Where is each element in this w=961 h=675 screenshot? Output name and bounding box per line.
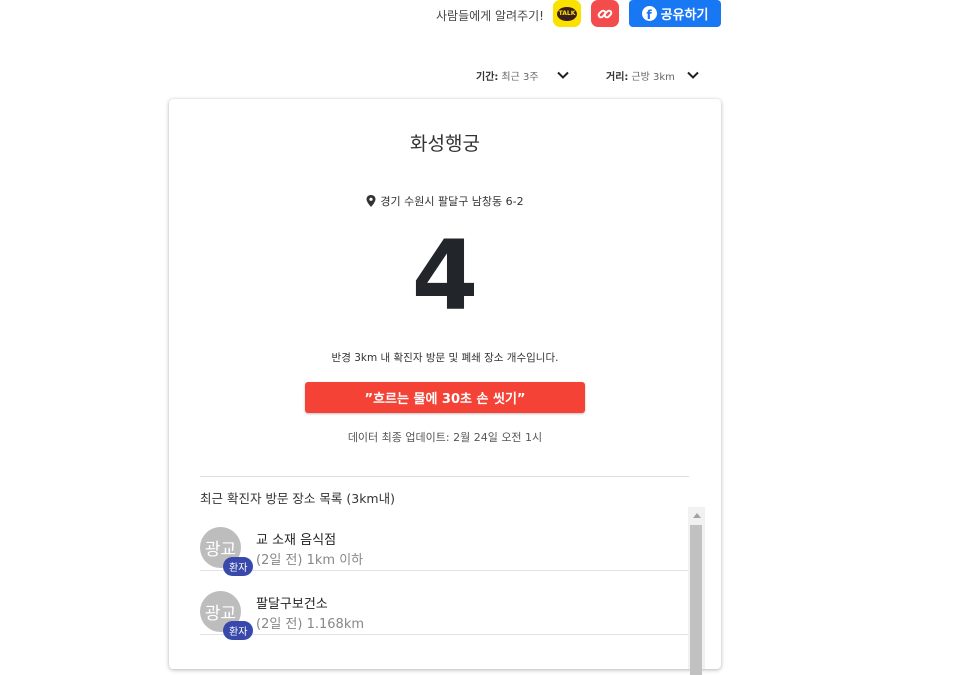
- period-filter-label: 기간:: [476, 71, 499, 83]
- facebook-share-button[interactable]: f 공유하기: [629, 0, 721, 27]
- scroll-up-arrow-icon[interactable]: [688, 507, 705, 524]
- scrollbar-thumb[interactable]: [690, 525, 702, 675]
- distance-filter-label: 거리:: [606, 71, 629, 83]
- list-scrollbar[interactable]: [688, 507, 705, 675]
- period-filter-value: 최근 3주: [501, 71, 539, 83]
- status-badge: 환자: [223, 621, 254, 640]
- place-name: 교 소재 음식점: [256, 533, 337, 548]
- distance-filter-value: 근방 3km: [631, 71, 675, 83]
- visit-list-title: 최근 확진자 방문 장소 목록 (3km내): [200, 491, 395, 506]
- kakao-share-button[interactable]: TALK: [553, 0, 581, 27]
- divider: [200, 476, 689, 477]
- list-item[interactable]: 광교 환자 팔달구보건소 (2일 전) 1.168km: [200, 571, 689, 640]
- list-item[interactable]: 광교 환자 교 소재 음식점 (2일 전) 1km 이하: [200, 507, 689, 576]
- address-text: 경기 수원시 팔달구 남창동 6-2: [380, 195, 524, 208]
- period-filter[interactable]: 기간: 최근 3주: [476, 66, 569, 84]
- place-name: 팔달구보건소: [256, 597, 328, 612]
- page-title: 화성행궁: [410, 133, 480, 155]
- facebook-share-label: 공유하기: [660, 8, 709, 23]
- place-detail: (2일 전) 1km 이하: [256, 553, 364, 568]
- location-pin-icon: [366, 195, 376, 207]
- link-icon: [597, 9, 613, 18]
- count-description: 반경 3km 내 확진자 방문 및 폐쇄 장소 개수입니다.: [331, 352, 559, 364]
- hand-wash-slogan-button[interactable]: ”흐르는 물에 30초 손 씻기”: [305, 382, 585, 413]
- kakao-talk-icon: TALK: [557, 6, 577, 21]
- share-prompt: 사람들에게 알려주기!: [436, 9, 544, 23]
- place-detail: (2일 전) 1.168km: [256, 617, 365, 632]
- address: 경기 수원시 팔달구 남창동 6-2: [169, 193, 721, 209]
- last-updated: 데이터 최종 업데이트: 2월 24일 오전 1시: [347, 431, 543, 444]
- share-bar: 사람들에게 알려주기! TALK f 공유하기: [0, 0, 961, 30]
- facebook-icon: f: [641, 6, 657, 21]
- place-card: 화성행궁 경기 수원시 팔달구 남창동 6-2 4 반경 3km 내 확진자 방…: [169, 99, 721, 675]
- chevron-down-icon: [687, 71, 699, 79]
- site-count: 4: [411, 220, 479, 332]
- copy-link-button[interactable]: [591, 0, 619, 27]
- distance-filter[interactable]: 거리: 근방 3km: [606, 66, 699, 84]
- chevron-down-icon: [557, 71, 569, 79]
- visit-list: 광교 환자 교 소재 음식점 (2일 전) 1km 이하 광교 환자 팔달구보건…: [200, 507, 689, 669]
